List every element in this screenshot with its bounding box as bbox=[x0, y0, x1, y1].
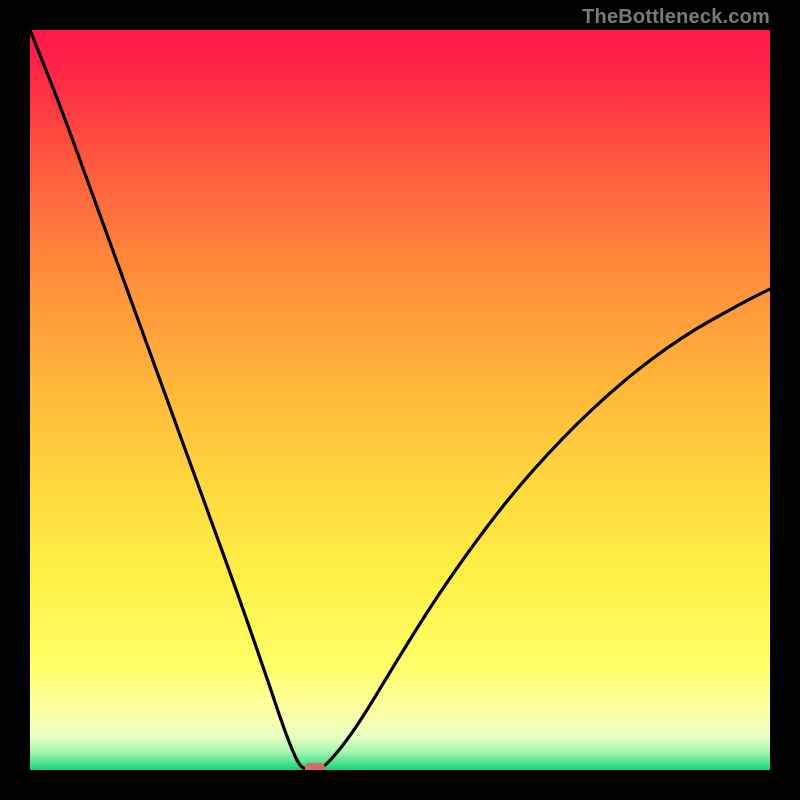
gradient-background bbox=[30, 30, 770, 770]
chart-frame: TheBottleneck.com bbox=[0, 0, 800, 800]
plot-area bbox=[30, 30, 770, 770]
optimal-marker bbox=[305, 763, 325, 770]
bottleneck-chart bbox=[30, 30, 770, 770]
watermark-text: TheBottleneck.com bbox=[582, 6, 770, 29]
